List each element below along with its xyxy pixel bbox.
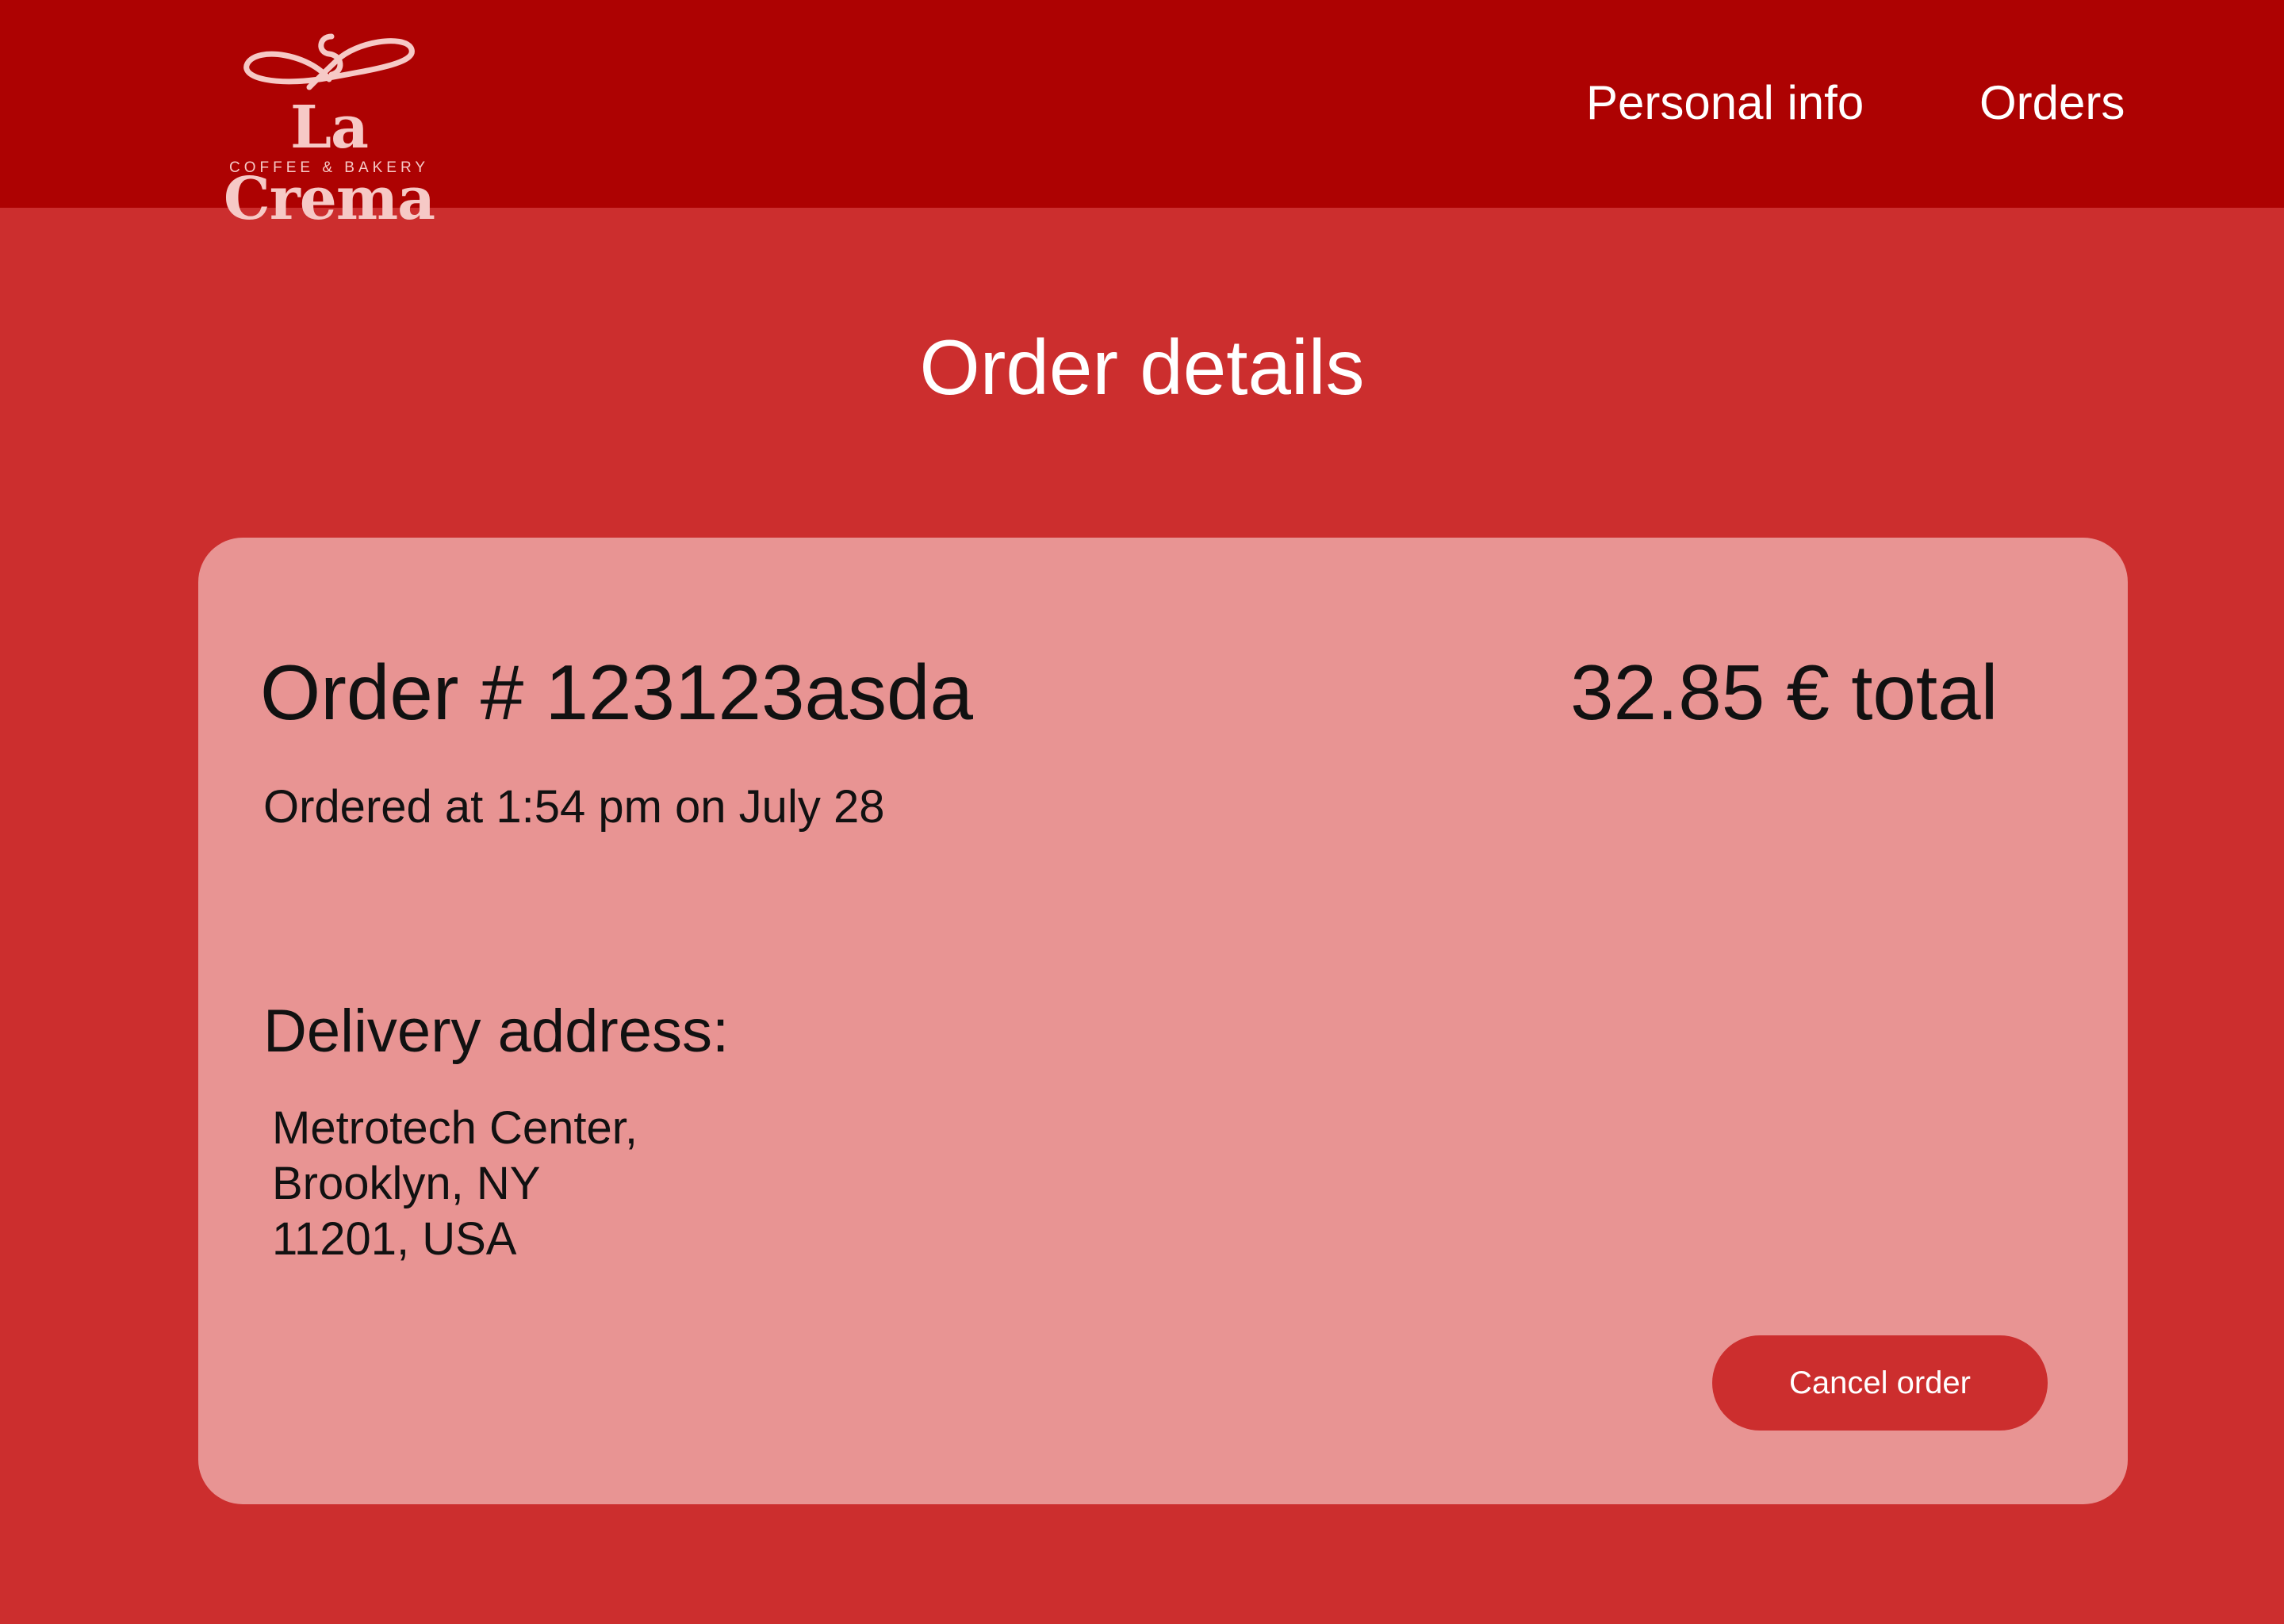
address-line: 11201, USA (272, 1213, 517, 1265)
delivery-address-heading: Delivery address: (263, 998, 730, 1065)
order-timestamp: Ordered at 1:54 pm on July 28 (263, 781, 885, 833)
page-title: Order details (919, 324, 1365, 411)
address-line: Brooklyn, NY (272, 1158, 541, 1209)
logo-tagline: COFFEE & BAKERY (228, 159, 430, 176)
cancel-order-button[interactable]: Cancel order (1712, 1335, 2048, 1431)
address-line: Metrotech Center, (272, 1102, 638, 1154)
nav-link-personal-info[interactable]: Personal info (1586, 71, 1864, 135)
top-navigation-bar: La Crema COFFEE & BAKERY Personal info O… (0, 0, 2284, 233)
la-crema-logo[interactable]: La Crema COFFEE & BAKERY (198, 30, 460, 233)
order-total: 32.85 € total (1570, 649, 1998, 736)
order-number: Order # 123123asda (260, 649, 973, 736)
order-details-card: Order # 123123asda 32.85 € total Ordered… (198, 538, 2128, 1504)
nav-link-orders[interactable]: Orders (1979, 71, 2125, 135)
